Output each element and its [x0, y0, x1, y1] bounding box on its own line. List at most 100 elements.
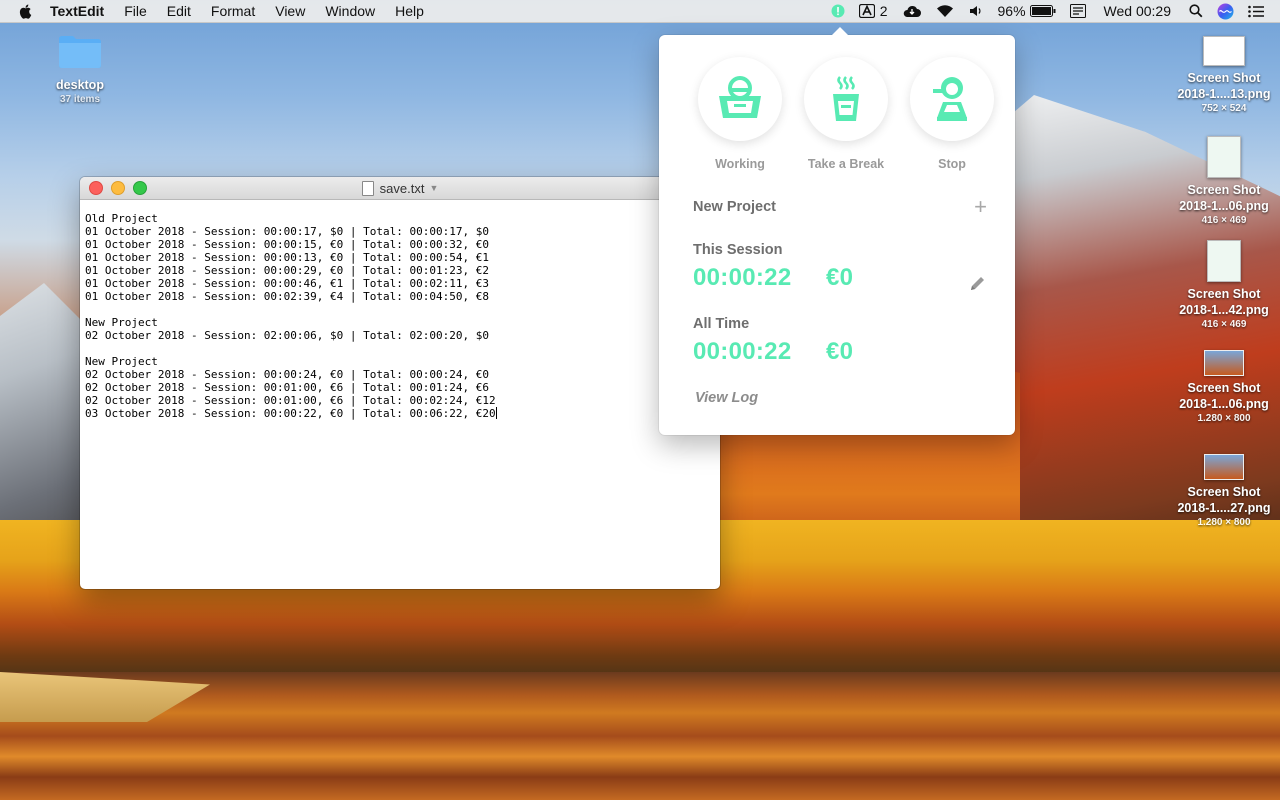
clock[interactable]: Wed 00:29 [1104, 3, 1171, 19]
all-time-money: €0 [825, 338, 854, 365]
view-log-row: View Log [695, 389, 987, 407]
text-line: 01 October 2018 - Session: 00:00:17, $0 … [85, 225, 489, 238]
mode-circle[interactable] [910, 57, 994, 141]
battery-icon[interactable] [1029, 5, 1056, 17]
volume-icon[interactable] [968, 4, 984, 18]
desktop-icon-sub: 1.280 × 800 [1197, 517, 1251, 528]
battery-percent[interactable]: 96% [998, 3, 1026, 19]
text-line: 01 October 2018 - Session: 00:02:39, €4 … [85, 290, 489, 303]
desktop-icon-label: Screen Shot 2018-1...06.png [1179, 183, 1269, 213]
desktop-icon-label: Screen Shot 2018-1...42.png [1179, 287, 1269, 317]
popover-arrow [831, 27, 849, 36]
chevron-down-icon[interactable]: ▼ [429, 183, 438, 193]
apple-menu-icon[interactable] [18, 3, 34, 19]
add-project-icon[interactable]: + [974, 194, 987, 220]
desktop-folder[interactable]: desktop 37 items [46, 33, 114, 106]
desktop-screenshot-1[interactable]: Screen Shot 2018-1....13.png 752 × 524 [1170, 36, 1278, 115]
mode-break-button[interactable]: Take a Break [793, 57, 899, 171]
timer-app-icon[interactable] [831, 4, 845, 18]
mode-circle[interactable] [804, 57, 888, 141]
text-line: 02 October 2018 - Session: 00:01:00, €6 … [85, 394, 496, 407]
this-session-label: This Session [693, 242, 783, 258]
text-line: 01 October 2018 - Session: 00:00:15, €0 … [85, 238, 489, 251]
adobe-icon[interactable]: 2 [858, 3, 888, 19]
screenshot-thumbnail-icon [1207, 136, 1241, 178]
text-line: New Project [85, 355, 158, 368]
screenshot-thumbnail-icon [1204, 350, 1244, 376]
menu-help[interactable]: Help [395, 3, 424, 19]
project-row: New Project + [693, 194, 987, 219]
desktop-screenshot-4[interactable]: Screen Shot 2018-1...06.png 1.280 × 800 [1170, 350, 1278, 425]
menu-window[interactable]: Window [325, 3, 375, 19]
menu-file[interactable]: File [124, 3, 147, 19]
all-time-time: 00:00:22 [693, 338, 792, 365]
screenshot-thumbnail-icon [1207, 240, 1241, 282]
text-line: 02 October 2018 - Session: 00:01:00, €6 … [85, 381, 489, 394]
session-time: 00:00:22 [693, 264, 792, 291]
mode-label: Working [715, 157, 765, 171]
input-menu-icon[interactable] [1069, 4, 1086, 18]
desktop-icon-sub: 416 × 469 [1201, 215, 1247, 226]
cloud-icon[interactable] [902, 4, 922, 18]
mode-buttons: Working Take a Break Stop [687, 57, 1007, 171]
window-title-text: save.txt [379, 180, 425, 196]
mode-label: Stop [938, 157, 966, 171]
text-line-content: 03 October 2018 - Session: 00:00:22, €0 … [85, 407, 496, 420]
text-line: 02 October 2018 - Session: 00:00:24, €0 … [85, 368, 489, 381]
text-line: 01 October 2018 - Session: 00:00:13, €0 … [85, 251, 489, 264]
text-caret [495, 407, 497, 419]
screenshot-thumbnail-icon [1203, 36, 1245, 66]
window-title[interactable]: save.txt ▼ [80, 177, 720, 199]
desktop-icon-sub: 1.280 × 800 [1197, 413, 1251, 424]
all-time-section: All Time 00:00:22 €0 [693, 316, 987, 366]
siri-icon[interactable] [1217, 3, 1234, 20]
folder-icon [59, 36, 101, 68]
text-editor-area[interactable]: Old Project 01 October 2018 - Session: 0… [80, 200, 720, 432]
mode-label: Take a Break [807, 157, 885, 171]
status-menus: 2 96% Wed 00:29 [831, 0, 1280, 22]
mode-stop-button[interactable]: Stop [899, 57, 1005, 171]
notification-center-icon[interactable] [1248, 5, 1264, 18]
edit-pencil-icon[interactable] [969, 274, 987, 292]
desktop-screenshot-2[interactable]: Screen Shot 2018-1...06.png 416 × 469 [1170, 136, 1278, 227]
desktop-icon-label: Screen Shot 2018-1....13.png [1177, 71, 1271, 101]
desktop-icon-sub: 752 × 524 [1201, 103, 1247, 114]
text-line: Old Project [85, 212, 158, 225]
window-titlebar[interactable]: save.txt ▼ [80, 177, 720, 200]
text-line: 02 October 2018 - Session: 02:00:06, $0 … [85, 329, 489, 342]
desktop-screenshot-5[interactable]: Screen Shot 2018-1....27.png 1.280 × 800 [1170, 454, 1278, 529]
mode-circle[interactable] [698, 57, 782, 141]
screenshot-thumbnail-icon [1204, 454, 1244, 480]
this-session-section: This Session 00:00:22 €0 [693, 242, 987, 292]
menu-bar: TextEdit File Edit Format View Window He… [0, 0, 1280, 23]
text-line: New Project [85, 316, 158, 329]
text-line: 01 October 2018 - Session: 00:00:46, €1 … [85, 277, 489, 290]
mode-working-button[interactable]: Working [687, 57, 793, 171]
menu-format[interactable]: Format [211, 3, 255, 19]
desktop-icon-label: Screen Shot 2018-1....27.png [1177, 485, 1271, 515]
text-line: 01 October 2018 - Session: 00:00:29, €0 … [85, 264, 489, 277]
menu-app-name[interactable]: TextEdit [50, 3, 104, 19]
wifi-icon[interactable] [936, 4, 954, 18]
all-time-label: All Time [693, 316, 750, 332]
spotlight-search-icon[interactable] [1189, 4, 1203, 18]
view-log-link[interactable]: View Log [695, 390, 758, 406]
adobe-badge: 2 [879, 3, 888, 19]
menu-edit[interactable]: Edit [167, 3, 191, 19]
coffee-cup-icon [833, 76, 859, 121]
desktop-icon-sub: 416 × 469 [1201, 319, 1247, 330]
textedit-window: save.txt ▼ Old Project 01 October 2018 -… [80, 177, 720, 589]
desktop-icon-label: desktop [56, 78, 104, 92]
session-money: €0 [825, 264, 854, 291]
basket-icon [719, 76, 761, 118]
person-stop-icon [933, 77, 967, 121]
timer-popover: Working Take a Break Stop New Project + … [659, 27, 1015, 435]
text-line [85, 342, 715, 355]
project-name[interactable]: New Project [693, 199, 776, 215]
menu-view[interactable]: View [275, 3, 305, 19]
document-icon [361, 180, 374, 196]
desktop-screenshot-3[interactable]: Screen Shot 2018-1...42.png 416 × 469 [1170, 240, 1278, 331]
desktop-icon-label: Screen Shot 2018-1...06.png [1179, 381, 1269, 411]
desktop-icon-sub: 37 items [59, 94, 101, 105]
text-line [85, 303, 715, 316]
